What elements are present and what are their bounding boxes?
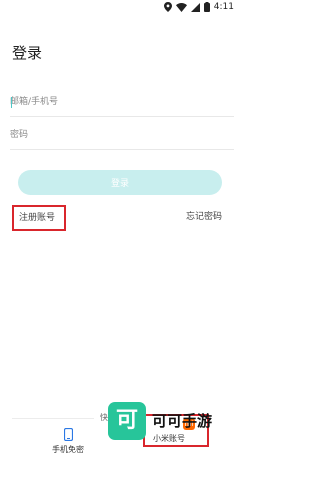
phone-icon	[63, 428, 73, 441]
watermark-text: 可可手游	[152, 412, 213, 430]
signal-icon	[190, 2, 200, 12]
page-title: 登录	[12, 44, 43, 62]
wifi-icon	[175, 2, 187, 12]
forgot-password-link[interactable]: 忘记密码	[186, 209, 222, 222]
password-input[interactable]	[10, 121, 234, 149]
phone-login-button[interactable]: 手机免密	[45, 428, 91, 458]
location-icon	[163, 2, 172, 12]
divider-left	[12, 418, 94, 419]
xiaomi-login-label: 小米账号	[153, 434, 185, 443]
battery-icon	[203, 2, 210, 12]
password-field[interactable]	[10, 121, 234, 150]
text-cursor	[11, 97, 12, 108]
register-link[interactable]: 注册账号	[12, 205, 66, 231]
phone-login-label: 手机免密	[52, 445, 84, 454]
status-time: 4:11	[213, 2, 234, 12]
account-field[interactable]	[10, 88, 234, 117]
account-input[interactable]	[10, 88, 234, 116]
status-bar: 4:11	[0, 0, 240, 16]
watermark-logo: 可	[108, 402, 146, 440]
login-button[interactable]: 登录	[18, 170, 222, 195]
